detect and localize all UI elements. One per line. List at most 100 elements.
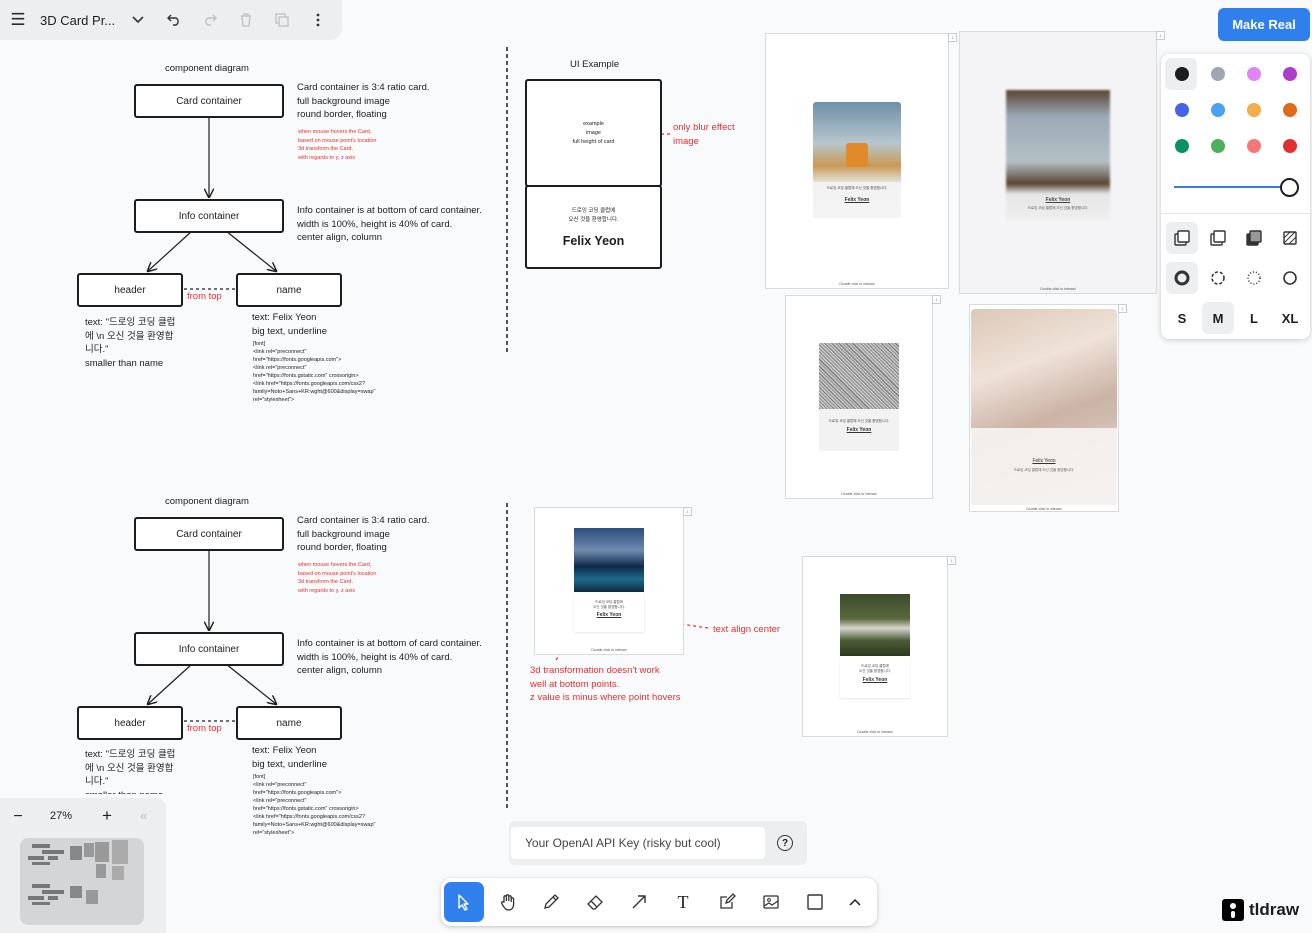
- dash-draw-icon[interactable]: [1166, 262, 1198, 294]
- preview-name: Felix Yeon: [862, 677, 888, 683]
- size-l-button[interactable]: L: [1238, 302, 1270, 334]
- text-icon[interactable]: T: [663, 882, 703, 922]
- color-swatch[interactable]: [1283, 139, 1297, 153]
- menu-icon[interactable]: ☰: [0, 0, 36, 40]
- make-real-button[interactable]: Make Real: [1218, 8, 1310, 41]
- preview-frame-5[interactable]: 1 드로잉 코딩 클럽에 오신 것을 환영합니다. Felix Yeon Dou…: [534, 507, 692, 655]
- dash-solid-icon[interactable]: [1274, 262, 1306, 294]
- ui-example-info-box[interactable]: 드로잉 코딩 클럽에 오신 것을 환영합니다. Felix Yeon: [525, 185, 662, 269]
- zoom-in-button[interactable]: +: [102, 806, 112, 826]
- api-key-panel: Your OpenAI API Key (risky but cool) ?: [509, 821, 807, 865]
- color-swatch[interactable]: [1247, 67, 1261, 81]
- name-box[interactable]: name: [236, 706, 342, 740]
- diagram1-title: component diagram: [165, 63, 249, 74]
- frame-number: 1: [1156, 31, 1165, 40]
- fill-solid-icon[interactable]: [1238, 222, 1270, 254]
- note-icon[interactable]: [707, 882, 747, 922]
- minimap-panel: − 27% + «: [0, 798, 166, 933]
- color-swatch[interactable]: [1247, 139, 1261, 153]
- more-icon[interactable]: [300, 0, 336, 40]
- size-xl-button[interactable]: XL: [1274, 302, 1306, 334]
- opacity-slider-thumb[interactable]: [1280, 178, 1299, 197]
- select-tool-icon[interactable]: [444, 882, 484, 922]
- color-swatch[interactable]: [1283, 67, 1297, 81]
- ui-example-name: Felix Yeon: [562, 234, 625, 248]
- preview-korean: 드로잉 코딩 클럽에 오신 것을 환영합니다.: [1013, 468, 1075, 472]
- trash-icon[interactable]: [228, 0, 264, 40]
- color-swatch[interactable]: [1211, 139, 1225, 153]
- card-container-desc: Card container is 3:4 ratio card. full b…: [297, 82, 430, 120]
- chevron-down-icon[interactable]: [120, 0, 156, 40]
- preview-frame-3[interactable]: 1 드로잉 코딩 클럽에 오신 것을 환영합니다. Felix Yeon Dou…: [785, 295, 941, 499]
- frame-caption: Double click to interact: [1040, 287, 1076, 291]
- chevron-up-icon[interactable]: [835, 882, 875, 922]
- pencil-icon[interactable]: [531, 882, 571, 922]
- duplicate-icon[interactable]: [264, 0, 300, 40]
- minimap[interactable]: [20, 838, 144, 925]
- fill-pattern-icon[interactable]: [1274, 222, 1306, 254]
- preview-frame-6[interactable]: 1 드로잉 코딩 클럽에 오신 것을 환영합니다. Felix Yeon Dou…: [802, 556, 956, 737]
- canvas[interactable]: component diagram Card container Card co…: [0, 0, 1312, 933]
- info-container-box[interactable]: Info container: [134, 199, 284, 233]
- info-container-desc: Info container is at bottom of card cont…: [297, 205, 482, 243]
- redo-icon[interactable]: [192, 0, 228, 40]
- image-icon[interactable]: [751, 882, 791, 922]
- color-swatch[interactable]: [1211, 67, 1225, 81]
- card-container-box[interactable]: Card container: [134, 517, 284, 551]
- size-s-button[interactable]: S: [1166, 302, 1198, 334]
- preview-card-info: 드로잉 코딩 클럽에 오신 것을 환영합니다. Felix Yeon: [819, 409, 899, 451]
- size-m-button[interactable]: M: [1202, 302, 1234, 334]
- card-container-box[interactable]: Card container: [134, 84, 284, 118]
- preview-korean: 드로잉 코딩 클럽에 오신 것을 환영합니다.: [828, 419, 890, 423]
- name-box[interactable]: name: [236, 273, 342, 307]
- color-swatch[interactable]: [1175, 67, 1189, 81]
- arrow-icon[interactable]: [619, 882, 659, 922]
- color-swatch[interactable]: [1283, 103, 1297, 117]
- info-container-box[interactable]: Info container: [134, 632, 284, 666]
- minimap-content: [28, 840, 128, 905]
- frame-number: 1: [683, 507, 692, 516]
- dash-dotted-icon[interactable]: [1238, 262, 1270, 294]
- header-box[interactable]: header: [77, 706, 183, 740]
- info-container-desc: Info container is at bottom of card cont…: [297, 638, 482, 676]
- rectangle-icon[interactable]: [795, 882, 835, 922]
- ui-example-image-box[interactable]: example image full height of card: [525, 79, 662, 187]
- help-icon[interactable]: ?: [777, 835, 793, 851]
- style-panel: S M L XL: [1161, 54, 1310, 339]
- card-hover-note: when mouse hovers the Card, based on mou…: [298, 129, 377, 161]
- zoom-level[interactable]: 27%: [50, 810, 72, 822]
- dash-dashed-icon[interactable]: [1202, 262, 1234, 294]
- frame-caption: Double click to interact: [591, 648, 627, 652]
- preview-name: Felix Yeon: [1032, 458, 1056, 464]
- color-swatch[interactable]: [1211, 103, 1225, 117]
- opacity-slider-track[interactable]: [1174, 186, 1289, 188]
- eraser-icon[interactable]: [575, 882, 615, 922]
- undo-icon[interactable]: [156, 0, 192, 40]
- header-box[interactable]: header: [77, 273, 183, 307]
- preview-frame-2[interactable]: 1 Felix Yeon 드로잉 코딩 클럽에 오신 것을 환영합니다. Dou…: [959, 31, 1165, 294]
- panel-divider: [1161, 213, 1310, 214]
- name-text-desc: text: Felix Yeon big text, underline: [252, 312, 327, 337]
- text-align-note: text align center: [713, 624, 781, 635]
- preview-frame-4[interactable]: 1 Felix Yeon 드로잉 코딩 클럽에 오신 것을 환영합니다. Dou…: [969, 304, 1127, 512]
- tldraw-logo-icon[interactable]: [1222, 899, 1244, 921]
- document-title[interactable]: 3D Card Pr...: [36, 13, 120, 28]
- preview-frame-1[interactable]: 1 드로잉 코딩 클럽에 오신 것을 환영합니다. Felix Yeon Dou…: [765, 33, 957, 289]
- fill-none-icon[interactable]: [1166, 222, 1198, 254]
- collapse-icon[interactable]: «: [140, 808, 147, 823]
- preview-name: Felix Yeon: [596, 612, 622, 618]
- color-swatch[interactable]: [1175, 139, 1189, 153]
- top-menu: ☰ 3D Card Pr...: [0, 0, 342, 40]
- color-swatch[interactable]: [1175, 103, 1189, 117]
- preview-card-image: [819, 343, 899, 409]
- header-text-desc: text: "드로잉 코딩 클럽 에 \n 오신 것을 환영합 니다." sma…: [85, 749, 176, 794]
- frame-number: 1: [1118, 304, 1127, 313]
- fill-semi-icon[interactable]: [1202, 222, 1234, 254]
- color-swatch[interactable]: [1247, 103, 1261, 117]
- bottom-toolbar: T: [441, 878, 877, 926]
- blur-note: only blur effect image: [673, 122, 735, 147]
- tldraw-brand[interactable]: tldraw: [1249, 900, 1299, 920]
- hand-tool-icon[interactable]: [488, 882, 528, 922]
- zoom-out-button[interactable]: −: [10, 808, 26, 828]
- api-key-input[interactable]: Your OpenAI API Key (risky but cool): [511, 827, 765, 859]
